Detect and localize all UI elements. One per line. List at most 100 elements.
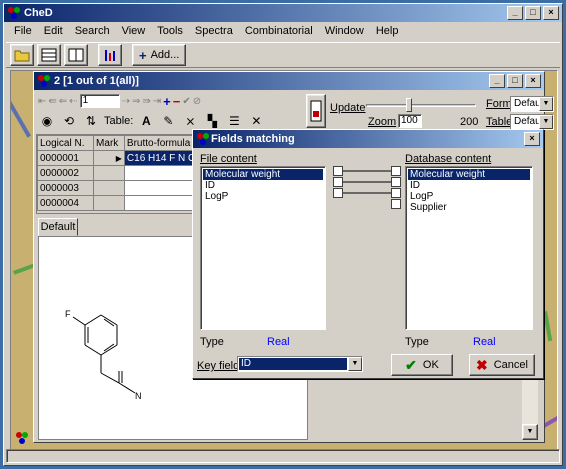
checkmark-icon: ✔ <box>405 356 417 373</box>
zoom-slider[interactable] <box>366 98 476 112</box>
tab-default[interactable]: Default <box>38 218 78 236</box>
menu-tools[interactable]: Tools <box>151 23 189 41</box>
list-icon[interactable]: ☰ <box>225 112 243 130</box>
key-field-label: Key field <box>197 360 240 372</box>
eye-icon[interactable]: ◉ <box>38 112 56 130</box>
file-content-list[interactable]: Molecular weight ID LogP <box>200 166 326 330</box>
zoom-slider-thumb[interactable] <box>406 98 412 112</box>
next-marked-icon[interactable]: ⇢ <box>122 96 130 107</box>
cancel-button[interactable]: ✖ Cancel <box>469 354 535 376</box>
list-item[interactable]: Supplier <box>408 202 530 213</box>
db-field-connector[interactable] <box>391 188 401 198</box>
row-id: 0000002 <box>36 165 95 181</box>
sort-icon[interactable]: ⇅ <box>82 112 100 130</box>
row-mark[interactable] <box>93 165 125 181</box>
prev-marked-icon[interactable]: ⇠ <box>69 96 77 107</box>
atom-label-nitrogen: N <box>135 391 142 401</box>
checker-icon[interactable]: ▚ <box>203 112 221 130</box>
menu-search[interactable]: Search <box>69 23 116 41</box>
last-record-icon[interactable]: ⇥ <box>153 96 161 107</box>
column-header-logical-n[interactable]: Logical N. <box>36 135 95 151</box>
list-item[interactable]: Molecular weight <box>408 169 530 180</box>
database-content-list[interactable]: Molecular weight ID LogP Supplier <box>405 166 533 330</box>
add-button[interactable]: + Add... <box>132 44 187 66</box>
file-field-connector[interactable] <box>333 188 343 198</box>
menu-spectra[interactable]: Spectra <box>189 23 239 41</box>
ok-button-label: OK <box>422 359 439 371</box>
app-title: CheD <box>24 7 53 19</box>
prev-record-icon[interactable]: ⇐ <box>59 96 67 107</box>
form-label: Form <box>486 98 512 110</box>
font-icon[interactable]: A <box>137 112 155 130</box>
file-field-connector[interactable] <box>333 166 343 176</box>
ok-button[interactable]: ✔ OK <box>391 354 453 376</box>
record-number-input[interactable]: 1 <box>79 94 120 108</box>
record-navigation: ⇤ ⇚ ⇐ ⇠ 1 ⇢ ⇒ ⇛ ⇥ + − ✔ ⊘ <box>36 92 340 110</box>
menu-file[interactable]: File <box>8 23 38 41</box>
column-header-mark[interactable]: Mark <box>93 135 125 151</box>
db-field-connector[interactable] <box>391 166 401 176</box>
chevron-down-icon[interactable]: ▼ <box>539 115 553 129</box>
hide-column-icon[interactable]: ⨯ <box>181 112 199 130</box>
row-mark[interactable] <box>93 195 125 211</box>
first-record-icon[interactable]: ⇤ <box>38 96 46 107</box>
delete-record-icon[interactable]: − <box>173 94 181 109</box>
dialog-titlebar[interactable]: Fields matching × <box>193 130 543 148</box>
table-row[interactable]: 0000004 <box>36 195 216 211</box>
close-button[interactable]: × <box>543 6 559 20</box>
table-row[interactable]: 0000001 ▶ C16 H14 F N O2 <box>36 150 216 166</box>
table-view-button[interactable] <box>37 44 61 66</box>
child-minimize-button[interactable]: _ <box>489 74 505 88</box>
row-mark[interactable] <box>93 180 125 196</box>
db-type-value: Real <box>473 336 496 348</box>
list-item[interactable]: ID <box>203 180 323 191</box>
dialog-close-button[interactable]: × <box>524 132 540 146</box>
add-record-icon[interactable]: + <box>163 94 171 109</box>
table-select[interactable]: Default ▼ <box>510 114 554 130</box>
list-item[interactable]: LogP <box>408 191 530 202</box>
cancel-x-icon: ✖ <box>476 356 488 373</box>
cancel-edit-icon[interactable]: ⊘ <box>193 96 201 107</box>
zoom-value-field[interactable]: 100 <box>398 114 422 128</box>
list-item[interactable]: Molecular weight <box>203 169 323 180</box>
list-item[interactable]: LogP <box>203 191 323 202</box>
main-titlebar[interactable]: CheD _ □ × <box>4 4 562 22</box>
update-button[interactable] <box>306 94 326 128</box>
database-window-titlebar[interactable]: 2 [1 out of 1(all)] _ □ × <box>34 72 544 90</box>
edit-column-icon[interactable]: ✎ <box>159 112 177 130</box>
db-field-connector[interactable] <box>391 177 401 187</box>
scroll-down-button[interactable]: ▼ <box>522 424 538 440</box>
key-field-select[interactable]: ID ▼ <box>237 356 363 372</box>
remove-icon[interactable]: ✕ <box>247 112 265 130</box>
list-item[interactable]: ID <box>408 180 530 191</box>
menu-window[interactable]: Window <box>319 23 370 41</box>
form-view-button[interactable] <box>64 44 88 66</box>
menu-view[interactable]: View <box>116 23 152 41</box>
chevron-down-icon[interactable]: ▼ <box>539 97 553 111</box>
row-mark[interactable]: ▶ <box>93 150 125 166</box>
menu-help[interactable]: Help <box>370 23 405 41</box>
table-row[interactable]: 0000002 <box>36 165 216 181</box>
child-close-button[interactable]: × <box>525 74 541 88</box>
child-maximize-button[interactable]: □ <box>507 74 523 88</box>
next-record-icon[interactable]: ⇒ <box>132 96 140 107</box>
table-row[interactable]: 0000003 <box>36 180 216 196</box>
next-page-icon[interactable]: ⇛ <box>142 96 150 107</box>
form-select[interactable]: Default ▼ <box>510 96 554 112</box>
file-field-connector[interactable] <box>333 177 343 187</box>
update-label[interactable]: Update <box>330 102 365 114</box>
chevron-down-icon[interactable]: ▼ <box>348 357 362 371</box>
minimize-button[interactable]: _ <box>507 6 523 20</box>
file-content-label: File content <box>200 153 257 165</box>
maximize-button[interactable]: □ <box>525 6 541 20</box>
refresh-icon[interactable]: ⟲ <box>60 112 78 130</box>
prev-page-icon[interactable]: ⇚ <box>48 96 56 107</box>
confirm-icon[interactable]: ✔ <box>182 96 190 107</box>
table-view-icon <box>41 48 57 62</box>
menu-edit[interactable]: Edit <box>38 23 69 41</box>
open-folder-button[interactable] <box>10 44 34 66</box>
spectra-button[interactable] <box>98 44 122 66</box>
menu-combinatorial[interactable]: Combinatorial <box>239 23 319 41</box>
db-field-connector[interactable] <box>391 199 401 209</box>
minimized-window[interactable] <box>15 431 29 445</box>
